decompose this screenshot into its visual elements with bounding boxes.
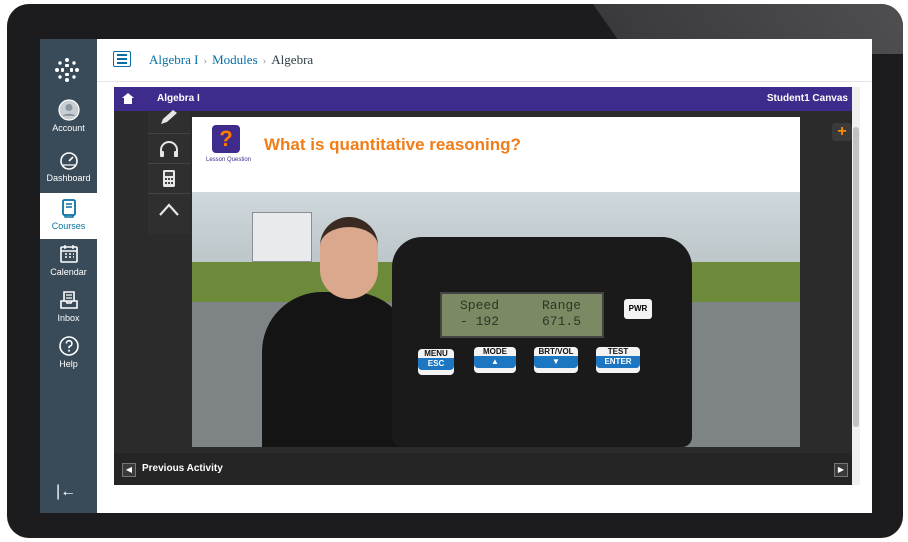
pencil-icon [161,110,177,124]
previous-activity-link[interactable]: Previous Activity [142,463,223,474]
protractor-tool[interactable] [148,193,190,223]
radar-test-button: TEST ENTER [596,347,640,373]
previous-arrow-icon[interactable]: ◀ [122,463,136,477]
dashboard-icon [59,152,78,170]
protractor-icon [159,203,179,216]
inbox-icon [59,291,78,309]
nav-calendar[interactable]: Calendar [40,243,97,287]
nav-account[interactable]: Account [40,99,97,143]
radar-mode-button: MODE ▲ [474,347,516,373]
radar-range-label: Range [542,298,582,313]
radar-pwr-button: PWR [624,299,652,319]
video-presenter [262,292,412,447]
nav-inbox[interactable]: Inbox [40,289,97,333]
hamburger-menu-icon[interactable] [113,51,131,67]
lesson-slide: ? Lesson Question What is quantitative r… [192,117,800,447]
lesson-question-icon: ? [212,125,240,153]
account-icon [57,99,80,121]
radar-esc-label: ESC [418,358,454,370]
nav-courses-label: Courses [51,221,86,231]
lesson-question-label: Lesson Question [206,157,252,163]
page-header: Algebra I › Modules › Algebra [97,39,872,82]
canvas-screen: Account Dashboard Courses Calendar Inbox… [40,39,872,513]
video-truck [252,212,312,262]
radar-enter-label: ENTER [596,356,640,368]
pencil-tool[interactable] [148,103,190,134]
collapse-nav-icon[interactable]: |← [56,483,78,500]
radar-speed-label: Speed [460,298,500,313]
breadcrumb-course-link[interactable]: Algebra I [149,52,198,67]
breadcrumb-separator: › [203,55,208,67]
help-icon [58,336,79,356]
calculator-tool[interactable] [148,163,190,194]
lesson-scrollbar-thumb[interactable] [853,127,859,427]
canvas-logo-icon[interactable] [54,57,80,83]
nav-account-label: Account [52,123,85,133]
home-icon[interactable] [122,93,134,104]
radar-test-label: TEST [607,347,629,356]
radar-brt-label: BRT/VOL [538,347,574,356]
nav-dashboard[interactable]: Dashboard [40,149,97,193]
lesson-scrollbar[interactable] [852,87,860,485]
radar-speed-value: - 192 [460,314,500,329]
radar-up-arrow-icon: ▲ [474,356,516,368]
add-button[interactable]: + [832,123,852,141]
headphones-icon [160,141,178,157]
lesson-player: Algebra I Student1 Canvas ? Lesson Quest… [114,87,860,485]
breadcrumb-modules-link[interactable]: Modules [212,52,258,67]
lesson-title-bar: Algebra I Student1 Canvas [114,87,860,111]
breadcrumb: Algebra I › Modules › Algebra [149,52,313,68]
tool-palette [148,110,190,234]
lesson-user-name: Student1 Canvas [766,93,848,104]
nav-calendar-label: Calendar [50,267,87,277]
lesson-video[interactable]: Speed Range - 192 671.5 PWR MENU ESC MOD… [192,192,800,447]
radar-gun-display: Speed Range - 192 671.5 PWR MENU ESC MOD… [392,237,692,447]
audio-tool[interactable] [148,133,190,164]
radar-menu-button: MENU ESC [418,349,454,375]
lesson-nav-bar: ◀ Previous Activity ▶ [114,453,860,485]
video-presenter-head [320,217,378,299]
courses-icon [61,199,76,218]
nav-help[interactable]: Help [40,335,97,379]
calculator-icon [163,170,175,187]
radar-brt-button: BRT/VOL ▼ [534,347,578,373]
nav-dashboard-label: Dashboard [46,173,91,183]
device-frame: Account Dashboard Courses Calendar Inbox… [7,4,903,538]
radar-lcd: Speed Range - 192 671.5 [440,292,604,338]
radar-down-arrow-icon: ▼ [534,356,578,368]
radar-range-value: 671.5 [542,314,582,329]
radar-mode-label: MODE [483,347,507,356]
next-arrow-icon[interactable]: ▶ [834,463,848,477]
radar-menu-label: MENU [424,349,448,358]
nav-courses[interactable]: Courses [40,193,97,239]
calendar-icon [59,245,78,263]
breadcrumb-separator: › [262,55,267,67]
breadcrumb-current: Algebra [271,52,314,67]
nav-inbox-label: Inbox [57,313,80,323]
nav-help-label: Help [59,359,78,369]
lesson-question-title: What is quantitative reasoning? [264,135,521,154]
global-nav: Account Dashboard Courses Calendar Inbox… [40,39,97,513]
